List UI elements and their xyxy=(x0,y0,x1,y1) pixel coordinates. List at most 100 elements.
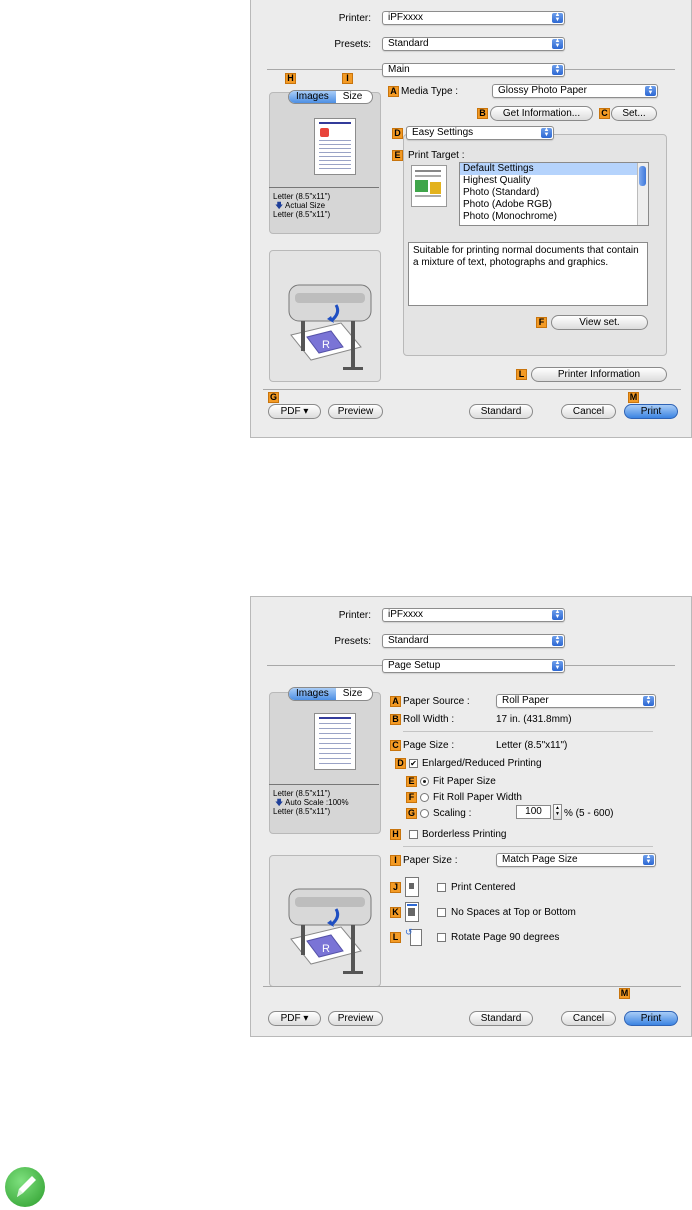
fit-paper-size-radio[interactable] xyxy=(420,777,429,786)
print-centered-label: Print Centered xyxy=(451,882,516,893)
scaling-radio[interactable] xyxy=(420,809,429,818)
enlarged-reduced-label: Enlarged/Reduced Printing xyxy=(422,758,542,769)
tag-F: F xyxy=(536,317,547,328)
view-tabs[interactable]: Images Size xyxy=(288,90,373,104)
list-item[interactable]: Photo (Standard) xyxy=(460,187,648,199)
size-info-scale: 🡇 Actual Size xyxy=(275,201,326,210)
separator xyxy=(263,986,681,987)
popup-arrows-icon: ▲ ▼ xyxy=(552,38,563,49)
tag-H: H xyxy=(285,73,296,84)
tag-M: M xyxy=(628,392,639,403)
arrow-down-icon: 🡇 xyxy=(275,201,284,210)
paper-source-label: Paper Source : xyxy=(403,696,470,707)
scaling-label: Scaling : xyxy=(433,808,472,819)
view-tabs[interactable]: Images Size xyxy=(288,687,373,701)
tag-I: I xyxy=(390,855,401,866)
list-scrollbar[interactable] xyxy=(637,163,648,225)
fit-roll-width-radio[interactable] xyxy=(420,793,429,802)
view-set-button[interactable]: View set. xyxy=(551,315,648,330)
pdf-button[interactable]: PDF ▾ xyxy=(268,1011,321,1026)
popup-arrows-icon: ▲ ▼ xyxy=(643,695,654,706)
tag-I: I xyxy=(342,73,353,84)
standard-button[interactable]: Standard xyxy=(469,404,533,419)
roll-width-value: 17 in. (431.8mm) xyxy=(496,714,572,725)
print-button[interactable]: Print xyxy=(624,404,678,419)
size-info-output: Letter (8.5"x11") xyxy=(273,807,331,816)
paper-size-popup[interactable]: Match Page Size ▲ ▼ xyxy=(496,853,656,867)
presets-popup[interactable]: Standard ▲ ▼ xyxy=(382,634,565,648)
tab-images[interactable]: Images xyxy=(289,688,336,700)
print-target-list[interactable]: Default Settings Highest Quality Photo (… xyxy=(459,162,649,226)
rotate-page-checkbox[interactable] xyxy=(437,933,446,942)
preview-button[interactable]: Preview xyxy=(328,404,383,419)
popup-arrows-icon: ▲ ▼ xyxy=(552,64,563,75)
tag-D: D xyxy=(392,128,403,139)
printer-information-button[interactable]: Printer Information xyxy=(531,367,667,382)
get-information-button[interactable]: Get Information... xyxy=(490,106,593,121)
size-info-output: Letter (8.5"x11") xyxy=(273,210,331,219)
tag-L: L xyxy=(390,932,401,943)
tag-E: E xyxy=(392,150,403,161)
preview-button[interactable]: Preview xyxy=(328,1011,383,1026)
tag-A: A xyxy=(390,696,401,707)
print-target-thumbnail-icon xyxy=(411,165,447,207)
printer-label: Printer: xyxy=(338,13,371,24)
standard-button[interactable]: Standard xyxy=(469,1011,533,1026)
paper-source-popup[interactable]: Roll Paper ▲ ▼ xyxy=(496,694,656,708)
tag-F: F xyxy=(406,792,417,803)
borderless-checkbox[interactable] xyxy=(409,830,418,839)
arrow-down-icon: 🡇 xyxy=(275,798,284,807)
tag-M: M xyxy=(619,988,630,999)
set-button[interactable]: Set... xyxy=(611,106,657,121)
popup-arrows-icon: ▲ ▼ xyxy=(552,12,563,23)
print-centered-checkbox[interactable] xyxy=(437,883,446,892)
size-info-paper: Letter (8.5"x11") xyxy=(273,192,331,201)
cancel-button[interactable]: Cancel xyxy=(561,404,616,419)
rotate-page-icon: ↺ xyxy=(405,927,422,946)
enlarged-reduced-checkbox[interactable]: ✔ xyxy=(409,759,418,768)
cancel-button[interactable]: Cancel xyxy=(561,1011,616,1026)
media-type-popup[interactable]: Glossy Photo Paper ▲ ▼ xyxy=(492,84,658,98)
printer-popup[interactable]: iPFxxxx ▲ ▼ xyxy=(382,608,565,622)
pane-popup[interactable]: Page Setup ▲ ▼ xyxy=(382,659,565,673)
popup-arrows-icon: ▲ ▼ xyxy=(552,609,563,620)
scaling-stepper[interactable]: ▲ ▼ xyxy=(553,804,562,820)
note-pencil-icon xyxy=(5,1167,45,1207)
print-centered-icon xyxy=(405,877,419,897)
printer-popup[interactable]: iPFxxxx ▲ ▼ xyxy=(382,11,565,25)
svg-text:R: R xyxy=(322,943,330,955)
printer-illustration-icon: R xyxy=(288,284,372,370)
tag-G: G xyxy=(406,808,417,819)
presets-popup[interactable]: Standard ▲ ▼ xyxy=(382,37,565,51)
pdf-button[interactable]: PDF ▾ xyxy=(268,404,321,419)
separator xyxy=(403,731,653,732)
size-info-scale: 🡇 Auto Scale :100% xyxy=(275,798,349,807)
list-item[interactable]: Photo (Adobe RGB) xyxy=(460,199,648,211)
tag-J: J xyxy=(390,882,401,893)
tag-G: G xyxy=(268,392,279,403)
tag-A: A xyxy=(388,86,399,97)
tag-D: D xyxy=(395,758,406,769)
no-spaces-label: No Spaces at Top or Bottom xyxy=(451,907,576,918)
tab-size[interactable]: Size xyxy=(336,688,369,700)
page-size-label: Page Size : xyxy=(403,740,455,751)
print-dialog-page-setup: Printer: iPFxxxx ▲ ▼ Presets: Standard ▲ ▼ P… xyxy=(250,596,692,1037)
tab-size[interactable]: Size xyxy=(336,91,369,103)
popup-arrows-icon: ▲ ▼ xyxy=(645,85,656,96)
borderless-label: Borderless Printing xyxy=(422,829,507,840)
tag-C: C xyxy=(599,108,610,119)
media-type-label: Media Type : xyxy=(401,86,459,97)
no-spaces-checkbox[interactable] xyxy=(437,908,446,917)
tab-images[interactable]: Images xyxy=(289,91,336,103)
scaling-input[interactable]: 100 xyxy=(516,805,551,819)
easy-settings-popup[interactable]: Easy Settings ▲ ▼ xyxy=(406,126,554,140)
list-item[interactable]: Photo (Monochrome) xyxy=(460,211,648,223)
pane-popup[interactable]: Main ▲ ▼ xyxy=(382,63,565,77)
tag-L: L xyxy=(516,369,527,380)
roll-width-label: Roll Width : xyxy=(403,714,455,725)
tag-C: C xyxy=(390,740,401,751)
print-button[interactable]: Print xyxy=(624,1011,678,1026)
list-item[interactable]: Highest Quality xyxy=(460,175,648,187)
list-item[interactable]: Default Settings xyxy=(460,163,648,175)
print-target-label: Print Target : xyxy=(408,150,465,161)
